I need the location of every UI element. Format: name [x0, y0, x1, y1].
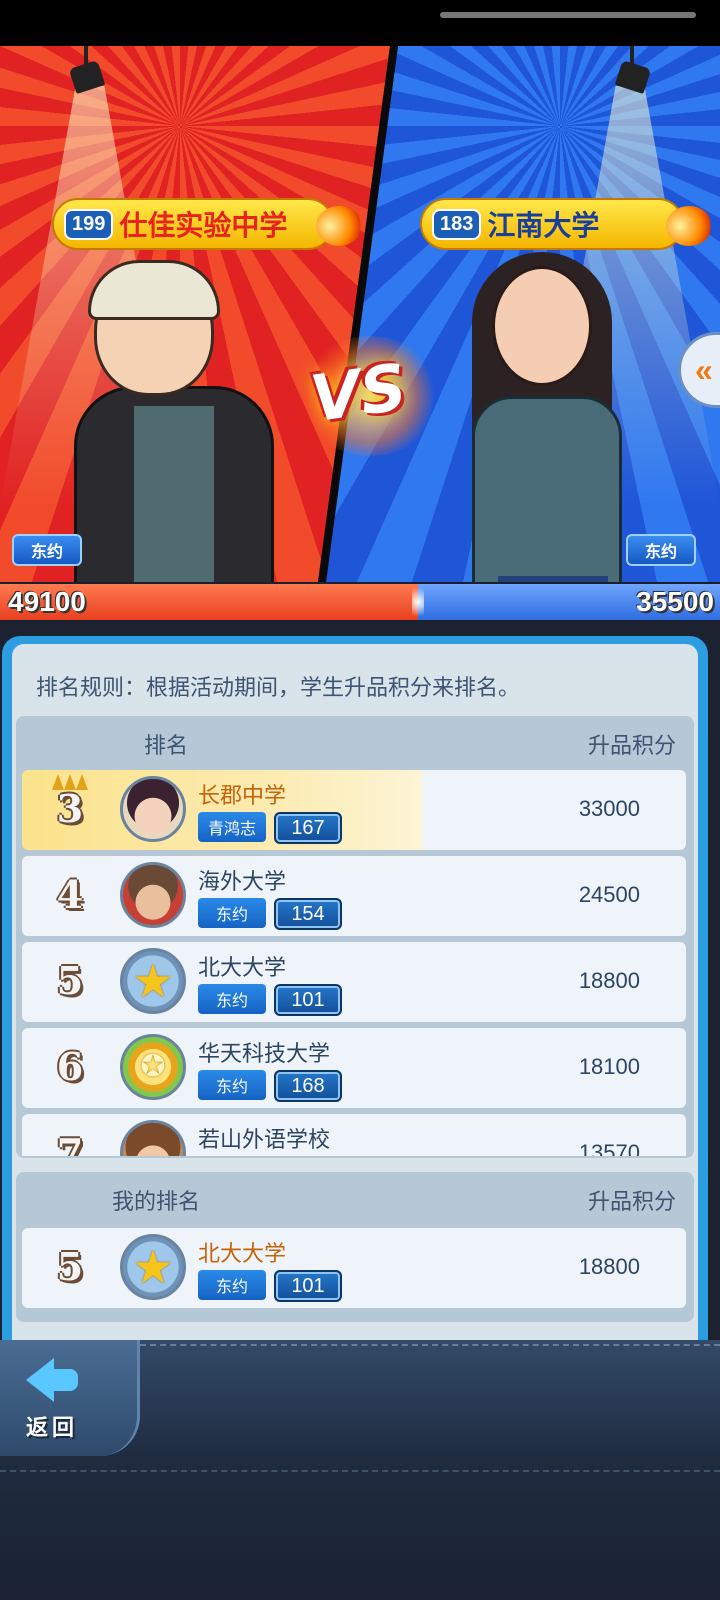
- points: 33000: [578, 796, 640, 821]
- my-ranking-row[interactable]: 5 ★ 北大大学 东约 101 18800: [22, 1228, 686, 1308]
- ranking-panel: 排名规则：根据活动期间，学生升品积分来排名。 排名 升品积分 3 长郡中学 青鸿…: [2, 636, 708, 1346]
- star-avatar-icon: ★: [120, 948, 186, 1014]
- rank-number: 3: [56, 786, 84, 831]
- status-bar: [0, 0, 720, 46]
- left-team-rank: 199: [64, 208, 114, 240]
- points: 18100: [578, 1054, 640, 1079]
- left-score-fill: 49100: [0, 584, 418, 620]
- level-badge: 168: [274, 1070, 342, 1102]
- school-name: 北大大学: [198, 955, 287, 980]
- back-arrow-icon: [26, 1358, 78, 1402]
- alliance-tag: 东约: [198, 984, 266, 1014]
- vs-label: VS: [306, 350, 412, 438]
- header-score: 升品积分: [587, 733, 676, 758]
- rank-number: 7: [56, 1130, 84, 1156]
- double-chevron-left-icon: «: [695, 351, 713, 388]
- alliance-tag: 东约: [198, 1270, 266, 1300]
- level-badge: 101: [274, 1270, 342, 1302]
- right-team-rank: 183: [432, 208, 482, 240]
- rank-number: 5: [56, 958, 84, 1003]
- divider: [140, 1344, 720, 1346]
- left-team-name: 仕佳实验中学: [119, 210, 288, 241]
- divider: [0, 1470, 720, 1472]
- points: 18800: [578, 1254, 640, 1279]
- star-avatar-icon: ★: [120, 1234, 186, 1300]
- ranking-list-header: 排名 升品积分: [16, 716, 694, 766]
- score-bar: 49100 35500: [0, 582, 720, 622]
- my-rank-header: 我的排名: [112, 1189, 201, 1214]
- right-score: 35500: [636, 586, 714, 617]
- right-team-tag: 183 江南大学: [420, 198, 712, 250]
- level-badge: 167: [274, 812, 342, 844]
- points: 18800: [578, 968, 640, 993]
- school-name: 北大大学: [198, 1241, 287, 1266]
- left-team-tag: 199 仕佳实验中学: [52, 198, 362, 250]
- points: 13570: [578, 1140, 640, 1156]
- right-pact-button[interactable]: 东约: [626, 534, 696, 566]
- ranking-rows[interactable]: 3 长郡中学 青鸿志 167 33000 4 海外大学 东约 154 24500: [22, 770, 686, 1156]
- flame-icon: [316, 206, 362, 246]
- gold-star-avatar-icon: ✪: [120, 1034, 186, 1100]
- ranking-row[interactable]: 7 若山外语学校 13570: [22, 1114, 686, 1156]
- right-score-fill: 35500: [418, 584, 720, 620]
- battle-banner: 199 仕佳实验中学 183 江南大学 VS « 东约 东约: [0, 46, 720, 582]
- points: 24500: [578, 882, 640, 907]
- ranking-row[interactable]: 4 海外大学 东约 154 24500: [22, 856, 686, 936]
- level-badge: 154: [274, 898, 342, 930]
- right-team-name: 江南大学: [487, 210, 600, 241]
- game-screen: 199 仕佳实验中学 183 江南大学 VS « 东约 东约 49100 355…: [0, 0, 720, 1600]
- ranking-list[interactable]: 排名 升品积分 3 长郡中学 青鸿志 167 33000 4 海外大学 东约 1…: [16, 716, 694, 1158]
- ranking-rule-text: 排名规则：根据活动期间，学生升品积分来排名。: [36, 675, 521, 700]
- school-name: 华天科技大学: [198, 1041, 331, 1066]
- alliance-tag: 东约: [198, 1070, 266, 1100]
- left-spotlight-icon: [66, 46, 106, 106]
- header-rank: 排名: [144, 733, 189, 758]
- ranking-row[interactable]: 5 ★ 北大大学 东约 101 18800: [22, 942, 686, 1022]
- rank-number: 4: [56, 872, 84, 917]
- back-label: 返回: [26, 1415, 79, 1440]
- ranking-row[interactable]: 3 长郡中学 青鸿志 167 33000: [22, 770, 686, 850]
- avatar: [120, 862, 186, 928]
- right-spotlight-icon: [612, 46, 652, 106]
- alliance-tag: 东约: [198, 898, 266, 928]
- score-spark: [412, 582, 424, 622]
- school-name: 海外大学: [198, 869, 287, 894]
- status-indicator: [440, 12, 696, 18]
- left-score: 49100: [8, 586, 86, 617]
- ranking-panel-inner: 排名规则：根据活动期间，学生升品积分来排名。 排名 升品积分 3 长郡中学 青鸿…: [12, 644, 698, 1346]
- ranking-row[interactable]: 6 ✪ 华天科技大学 东约 168 18100: [22, 1028, 686, 1108]
- school-name: 若山外语学校: [198, 1127, 331, 1152]
- left-pact-button[interactable]: 东约: [12, 534, 82, 566]
- rank-number: 6: [56, 1044, 84, 1089]
- alliance-tag: 青鸿志: [198, 812, 266, 842]
- my-score-header: 升品积分: [587, 1189, 676, 1214]
- avatar: [120, 776, 186, 842]
- school-name: 长郡中学: [198, 783, 287, 808]
- back-button[interactable]: 返回: [0, 1340, 140, 1456]
- rank-number: 5: [56, 1244, 84, 1289]
- avatar: [120, 1120, 186, 1156]
- flame-icon: [666, 206, 712, 246]
- level-badge: 101: [274, 984, 342, 1016]
- bottom-bar: 返回: [0, 1340, 720, 1600]
- my-ranking-box: 我的排名 升品积分 5 ★ 北大大学 东约 101 18800: [16, 1172, 694, 1322]
